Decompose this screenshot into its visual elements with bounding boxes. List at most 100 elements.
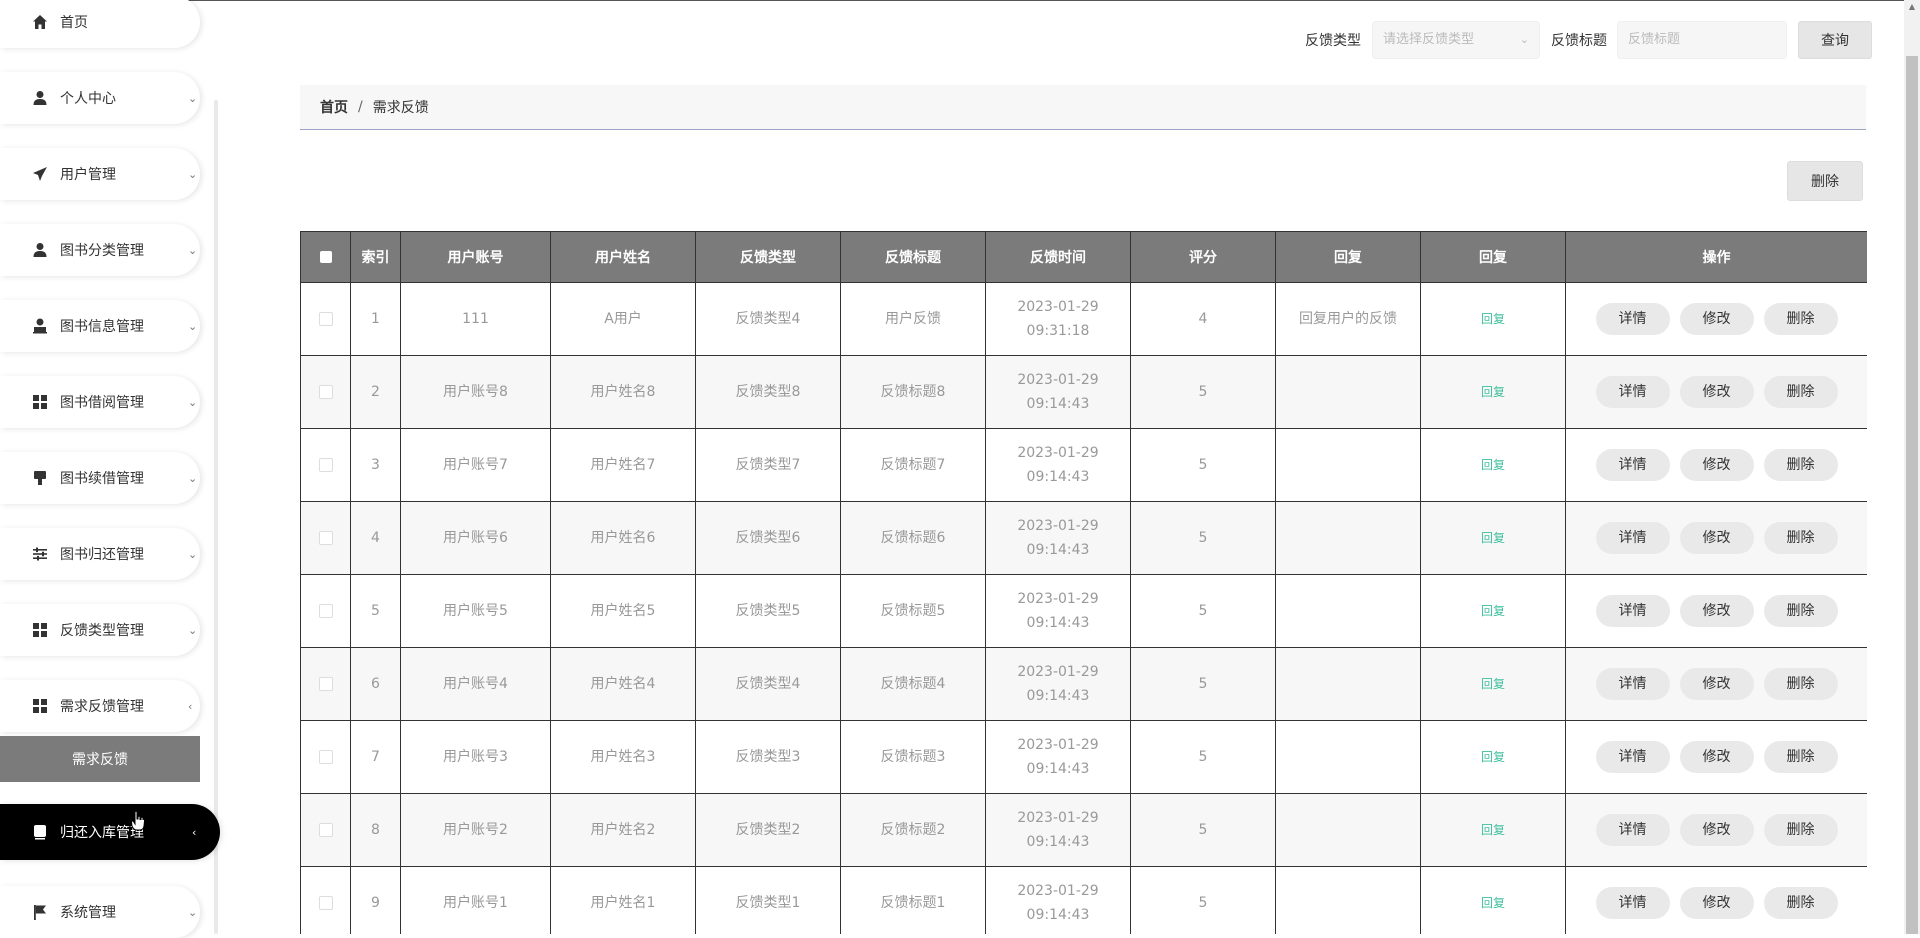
- detail-button[interactable]: 详情: [1595, 887, 1670, 919]
- delete-button[interactable]: 删除: [1763, 814, 1838, 846]
- sidebar-item-book-category[interactable]: 图书分类管理 ⌄: [0, 224, 200, 276]
- detail-button[interactable]: 详情: [1595, 376, 1670, 408]
- feedback-type-select[interactable]: 请选择反馈类型 ⌄: [1372, 21, 1540, 59]
- reply-link[interactable]: 回复: [1481, 385, 1505, 399]
- sidebar-item-feedback-type[interactable]: 反馈类型管理 ⌄: [0, 604, 200, 656]
- cell-reply-action: 回复: [1420, 428, 1566, 502]
- detail-button[interactable]: 详情: [1595, 449, 1670, 481]
- row-checkbox[interactable]: [300, 866, 351, 934]
- reply-link[interactable]: 回复: [1481, 896, 1505, 910]
- edit-button[interactable]: 修改: [1679, 887, 1754, 919]
- reply-link[interactable]: 回复: [1481, 677, 1505, 691]
- reply-link[interactable]: 回复: [1481, 312, 1505, 326]
- detail-button[interactable]: 详情: [1595, 814, 1670, 846]
- cell-type: 反馈类型7: [695, 428, 841, 502]
- table-row: 4 用户账号6 用户姓名6 反馈类型6 反馈标题6 2023-01-29 09:14:43…: [300, 501, 1867, 575]
- edit-button[interactable]: 修改: [1679, 376, 1754, 408]
- cell-name: 用户姓名7: [550, 428, 696, 502]
- cell-score: 5: [1130, 793, 1276, 867]
- delete-button[interactable]: 删除: [1763, 887, 1838, 919]
- row-checkbox[interactable]: [300, 720, 351, 794]
- edit-button[interactable]: 修改: [1679, 668, 1754, 700]
- scroll-up-icon[interactable]: ▲: [1906, 2, 1918, 14]
- sidebar-item-return-storage[interactable]: 归还入库管理 ‹: [0, 804, 220, 860]
- chevron-down-icon: ⌄: [188, 395, 198, 409]
- reply-link[interactable]: 回复: [1481, 823, 1505, 837]
- cell-reply: [1275, 355, 1421, 429]
- cell-name: 用户姓名2: [550, 793, 696, 867]
- reply-link[interactable]: 回复: [1481, 531, 1505, 545]
- chevron-down-icon: ⌄: [188, 243, 198, 257]
- edit-button[interactable]: 修改: [1679, 814, 1754, 846]
- sidebar-item-personal-center[interactable]: 个人中心 ⌄: [0, 72, 200, 124]
- delete-button[interactable]: 删除: [1763, 376, 1838, 408]
- cell-reply: [1275, 574, 1421, 648]
- book-icon: [32, 824, 48, 840]
- detail-button[interactable]: 详情: [1595, 595, 1670, 627]
- sidebar-item-book-renew[interactable]: 图书续借管理 ⌄: [0, 452, 200, 504]
- sidebar-item-home[interactable]: 首页: [0, 0, 200, 48]
- delete-button[interactable]: 删除: [1763, 449, 1838, 481]
- edit-button[interactable]: 修改: [1679, 595, 1754, 627]
- edit-button[interactable]: 修改: [1679, 449, 1754, 481]
- detail-button[interactable]: 详情: [1595, 668, 1670, 700]
- row-checkbox[interactable]: [300, 647, 351, 721]
- query-button[interactable]: 查询: [1798, 21, 1872, 59]
- batch-delete-button[interactable]: 删除: [1787, 161, 1863, 201]
- cell-type: 反馈类型3: [695, 720, 841, 794]
- delete-button[interactable]: 删除: [1763, 595, 1838, 627]
- cell-type: 反馈类型5: [695, 574, 841, 648]
- delete-button[interactable]: 删除: [1763, 741, 1838, 773]
- sidebar-item-book-return[interactable]: 图书归还管理 ⌄: [0, 528, 200, 580]
- sidebar-item-book-borrow[interactable]: 图书借阅管理 ⌄: [0, 376, 200, 428]
- row-checkbox[interactable]: [300, 574, 351, 648]
- cell-title: 反馈标题5: [840, 574, 986, 648]
- sidebar-item-system-management[interactable]: 系统管理 ⌄: [0, 886, 200, 938]
- detail-button[interactable]: 详情: [1595, 522, 1670, 554]
- column-header: 反馈标题: [840, 231, 986, 283]
- detail-button[interactable]: 详情: [1595, 741, 1670, 773]
- chevron-down-icon: ⌄: [188, 905, 198, 919]
- cell-account: 用户账号2: [400, 793, 551, 867]
- reply-link[interactable]: 回复: [1481, 604, 1505, 618]
- breadcrumb-home[interactable]: 首页: [320, 97, 348, 117]
- cell-name: 用户姓名3: [550, 720, 696, 794]
- cell-time: 2023-01-29 09:14:43: [985, 793, 1131, 867]
- row-checkbox[interactable]: [300, 282, 351, 356]
- row-checkbox[interactable]: [300, 355, 351, 429]
- submenu-item-demand-feedback[interactable]: 需求反馈: [0, 736, 200, 782]
- edit-button[interactable]: 修改: [1679, 741, 1754, 773]
- cell-time: 2023-01-29 09:14:43: [985, 720, 1131, 794]
- cell-score: 5: [1130, 428, 1276, 502]
- reply-link[interactable]: 回复: [1481, 750, 1505, 764]
- column-header: 回复: [1275, 231, 1421, 283]
- delete-button[interactable]: 删除: [1763, 668, 1838, 700]
- delete-button[interactable]: 删除: [1763, 522, 1838, 554]
- edit-button[interactable]: 修改: [1679, 303, 1754, 335]
- cell-title: 反馈标题1: [840, 866, 986, 934]
- sliders-icon: [32, 546, 48, 562]
- chevron-left-icon: ‹: [192, 825, 197, 839]
- sidebar-scrollbar[interactable]: [214, 100, 218, 934]
- row-checkbox[interactable]: [300, 501, 351, 575]
- row-checkbox[interactable]: [300, 428, 351, 502]
- column-header: 反馈类型: [695, 231, 841, 283]
- sidebar-item-demand-feedback[interactable]: 需求反馈管理 ‹: [0, 680, 200, 732]
- cell-type: 反馈类型2: [695, 793, 841, 867]
- cell-time: 2023-01-29 09:14:43: [985, 428, 1131, 502]
- row-checkbox[interactable]: [300, 793, 351, 867]
- reply-link[interactable]: 回复: [1481, 458, 1505, 472]
- page-scrollbar-thumb[interactable]: [1906, 56, 1918, 934]
- feedback-title-input[interactable]: 反馈标题: [1617, 21, 1787, 59]
- user-icon: [32, 242, 48, 258]
- cell-reply-action: 回复: [1420, 355, 1566, 429]
- edit-button[interactable]: 修改: [1679, 522, 1754, 554]
- sidebar-item-label: 反馈类型管理: [60, 623, 144, 639]
- select-all-checkbox[interactable]: [300, 231, 351, 283]
- cell-title: 反馈标题6: [840, 501, 986, 575]
- cell-time: 2023-01-29 09:31:18: [985, 282, 1131, 356]
- delete-button[interactable]: 删除: [1763, 303, 1838, 335]
- sidebar-item-book-info[interactable]: 图书信息管理 ⌄: [0, 300, 200, 352]
- sidebar-item-user-management[interactable]: 用户管理 ⌄: [0, 148, 200, 200]
- detail-button[interactable]: 详情: [1595, 303, 1670, 335]
